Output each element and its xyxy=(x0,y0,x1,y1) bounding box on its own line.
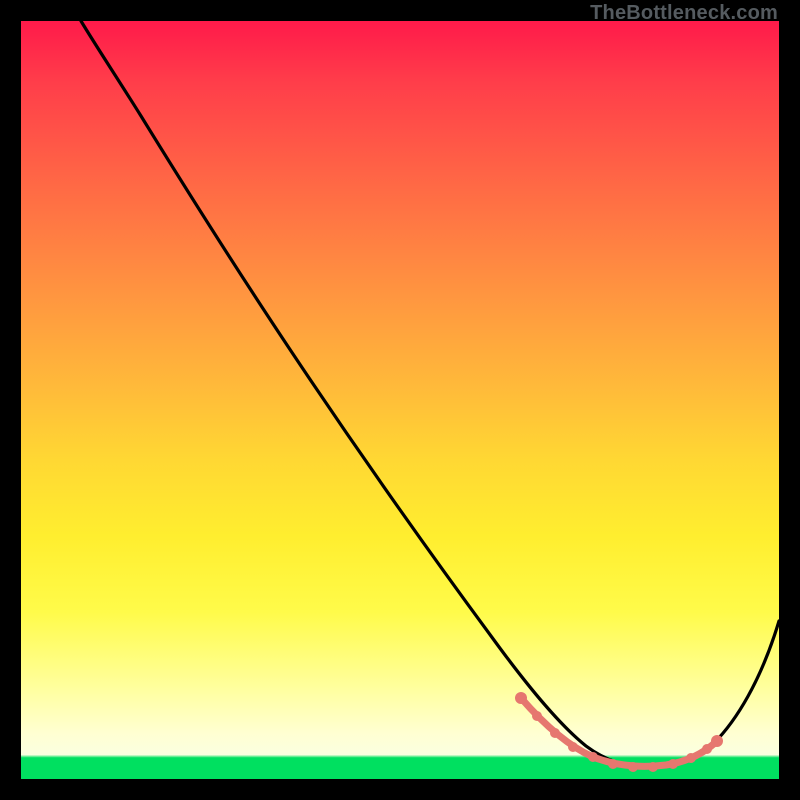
chart-frame: TheBottleneck.com xyxy=(0,0,800,800)
bottleneck-curve xyxy=(81,21,779,767)
watermark-text: TheBottleneck.com xyxy=(590,2,778,25)
chart-svg xyxy=(21,21,779,779)
